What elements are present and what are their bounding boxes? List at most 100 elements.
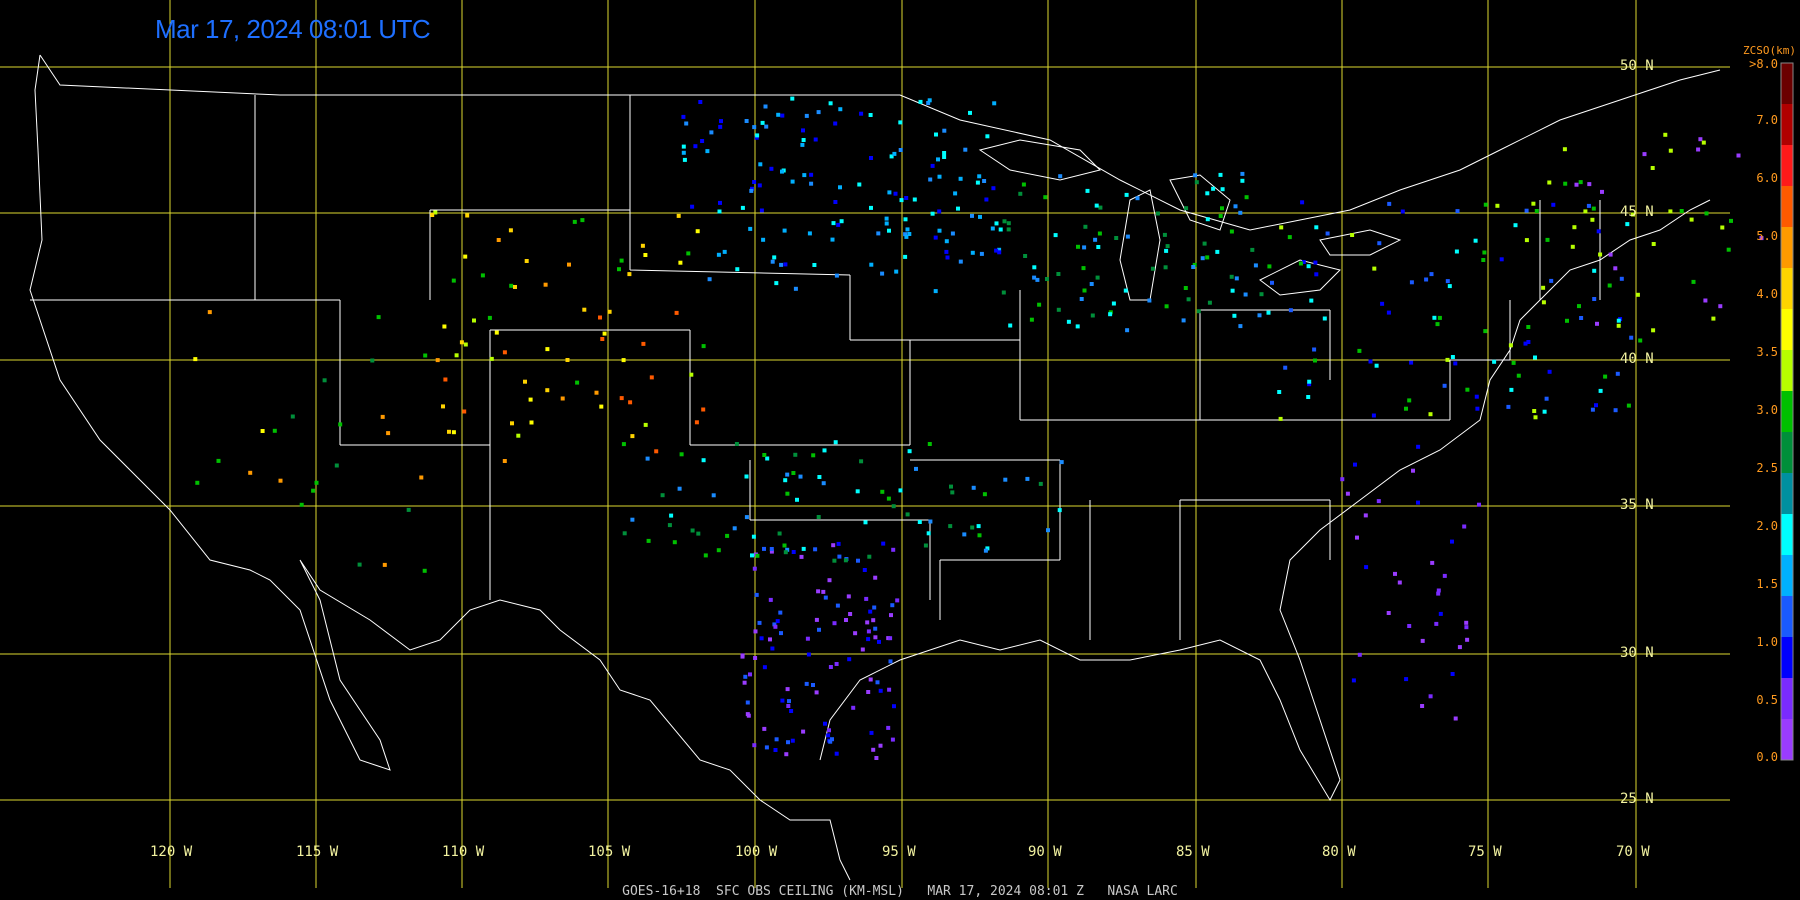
colorbar-swatch <box>1781 227 1793 269</box>
colorbar-swatch <box>1781 432 1793 474</box>
station-marker <box>833 440 838 445</box>
station-marker <box>580 218 585 223</box>
station-marker <box>725 533 730 538</box>
station-marker <box>1481 258 1486 262</box>
station-marker <box>1079 297 1084 301</box>
station-marker <box>1703 298 1708 303</box>
station-marker <box>560 396 565 401</box>
station-marker <box>216 458 221 463</box>
station-marker <box>1404 677 1409 682</box>
station-marker <box>1164 304 1169 309</box>
station-marker <box>832 558 837 563</box>
station-marker <box>827 728 831 733</box>
station-marker <box>859 111 864 116</box>
station-marker <box>877 639 881 644</box>
station-marker <box>1150 266 1155 271</box>
station-marker <box>735 267 740 272</box>
station-marker <box>880 489 885 494</box>
station-marker <box>786 704 791 708</box>
station-marker <box>942 151 947 155</box>
station-marker <box>1008 323 1013 328</box>
station-marker <box>752 743 757 748</box>
station-marker <box>1207 300 1212 305</box>
colorbar-tick-label: 0.0 <box>1756 750 1778 764</box>
station-marker <box>630 434 635 439</box>
station-marker <box>1357 652 1362 657</box>
station-marker <box>886 496 891 501</box>
station-marker <box>917 520 922 524</box>
station-marker <box>1386 310 1391 315</box>
station-marker <box>1372 266 1377 271</box>
station-marker <box>654 449 659 454</box>
station-marker <box>494 330 499 335</box>
station-marker <box>1533 355 1537 360</box>
station-marker <box>816 110 821 115</box>
longitude-label: 120 W <box>150 844 193 860</box>
station-marker <box>1616 323 1621 328</box>
station-marker <box>1524 208 1529 213</box>
station-marker <box>1003 477 1008 482</box>
station-marker <box>1663 132 1668 137</box>
station-marker <box>828 101 833 106</box>
station-marker <box>523 379 527 384</box>
station-marker <box>1592 268 1597 273</box>
station-marker <box>933 235 938 240</box>
station-marker <box>755 553 760 558</box>
station-marker <box>441 404 445 409</box>
station-marker <box>1025 476 1030 481</box>
station-marker <box>1482 250 1487 255</box>
colorbar-swatch <box>1781 473 1793 515</box>
station-marker <box>1215 249 1220 254</box>
station-marker <box>779 631 783 636</box>
station-marker <box>669 513 674 518</box>
station-marker <box>760 120 765 125</box>
station-marker <box>1313 260 1318 265</box>
station-marker <box>753 656 758 660</box>
station-marker <box>1420 704 1425 708</box>
station-marker <box>992 101 997 106</box>
station-marker <box>442 324 447 329</box>
station-marker <box>750 553 754 558</box>
station-marker <box>311 488 316 493</box>
station-marker <box>462 409 467 414</box>
station-marker <box>1409 280 1414 285</box>
station-marker <box>422 568 427 573</box>
station-marker <box>1526 325 1531 329</box>
station-marker <box>809 172 814 177</box>
station-marker <box>868 113 873 117</box>
station-marker <box>1364 565 1369 570</box>
station-marker <box>682 157 687 162</box>
station-marker <box>1298 261 1303 266</box>
station-marker <box>1043 195 1048 200</box>
station-marker <box>833 121 838 126</box>
station-marker <box>776 112 781 117</box>
station-marker <box>978 214 982 219</box>
station-marker <box>806 652 811 657</box>
station-marker <box>1442 383 1447 388</box>
station-marker <box>763 104 768 109</box>
station-marker <box>950 231 955 236</box>
station-marker <box>780 113 785 118</box>
station-marker <box>1434 621 1439 626</box>
station-marker <box>968 110 972 115</box>
station-marker <box>1574 182 1579 187</box>
station-marker <box>1547 180 1552 185</box>
station-marker <box>828 739 833 744</box>
station-marker <box>889 613 893 618</box>
station-marker <box>744 474 749 479</box>
station-marker <box>867 554 872 559</box>
station-marker <box>982 492 987 497</box>
station-marker <box>643 422 648 427</box>
station-marker <box>823 721 827 726</box>
station-marker <box>709 130 714 135</box>
station-marker <box>791 471 796 475</box>
station-marker <box>419 475 424 480</box>
station-marker <box>1196 309 1201 314</box>
station-marker <box>465 213 470 218</box>
station-marker <box>510 421 514 426</box>
station-marker <box>1238 324 1243 329</box>
station-marker <box>836 541 841 546</box>
station-marker <box>769 547 774 551</box>
station-marker <box>716 252 721 257</box>
station-marker <box>1314 225 1319 230</box>
